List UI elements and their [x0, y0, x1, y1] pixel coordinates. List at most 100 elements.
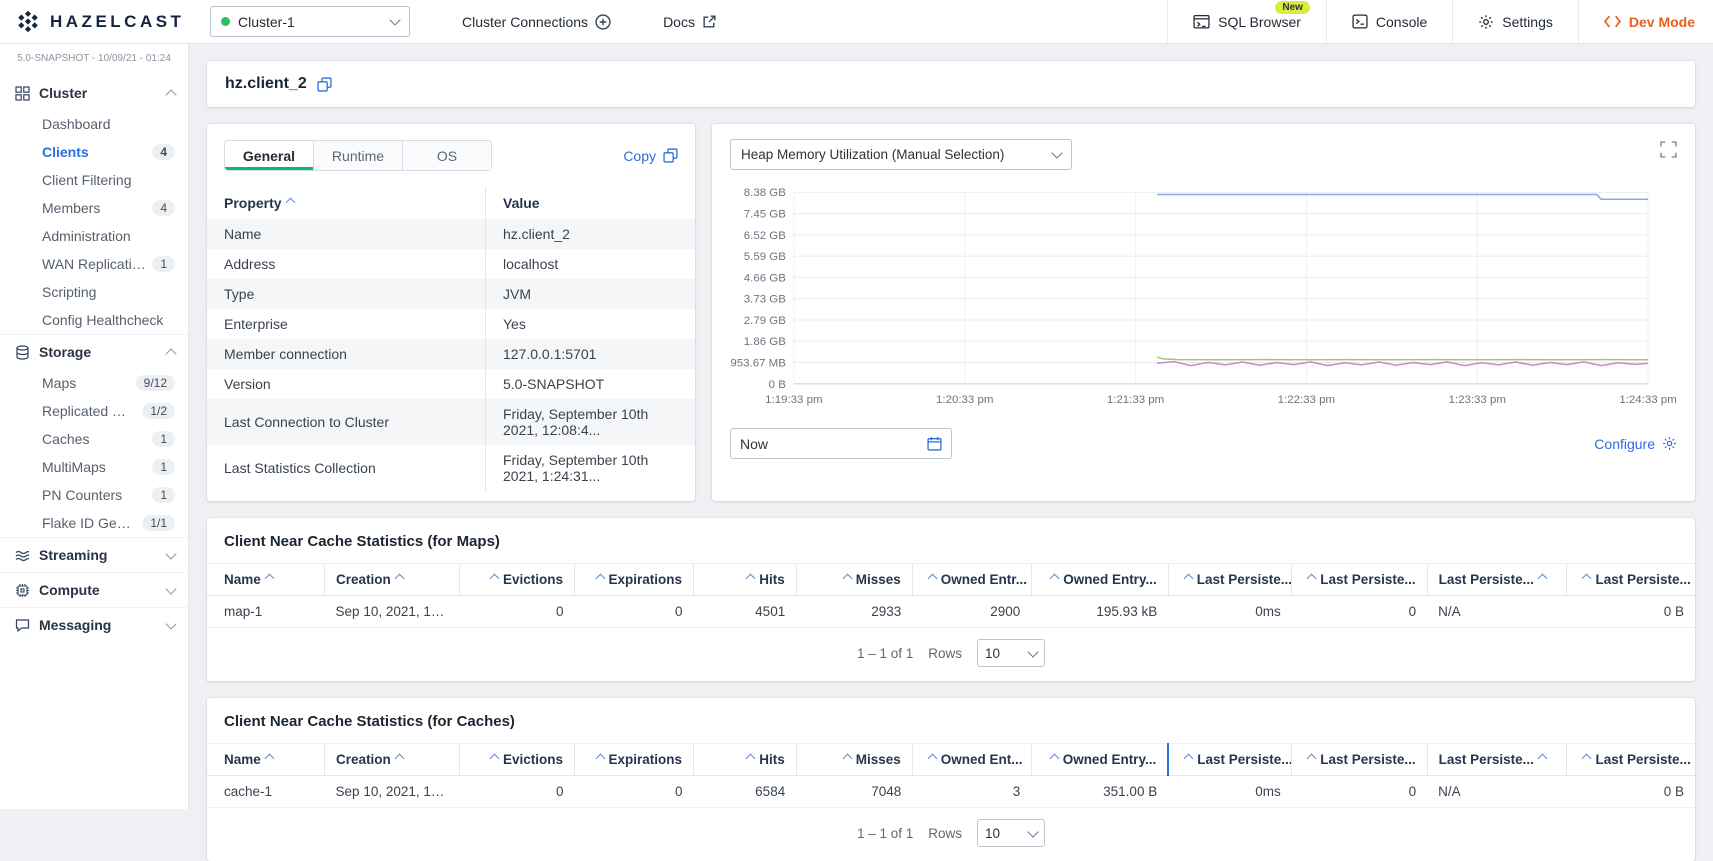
tab-general[interactable]: General [225, 141, 313, 170]
column-header-name[interactable]: Name [207, 564, 325, 596]
column-header-misses[interactable]: Misses [796, 744, 912, 776]
rows-per-page-select[interactable]: 10 [977, 639, 1045, 667]
sidebar-item-scripting[interactable]: Scripting [0, 278, 188, 306]
sidebar-item-label: Scripting [42, 284, 175, 300]
column-header-hits[interactable]: Hits [694, 744, 797, 776]
fullscreen-icon[interactable] [1660, 141, 1677, 158]
sidebar-item-members[interactable]: Members4 [0, 194, 188, 222]
compute-icon [15, 583, 30, 598]
cell: 2900 [912, 596, 1031, 628]
sidebar-section-cluster[interactable]: Cluster [0, 76, 188, 110]
column-header-creation[interactable]: Creation [325, 564, 460, 596]
sidebar-item-flake-id-generators[interactable]: Flake ID Generators1/1 [0, 509, 188, 537]
messaging-icon [15, 618, 30, 633]
cell: N/A [1427, 776, 1567, 808]
cluster-status-dot [221, 17, 230, 26]
sidebar-item-wan-replication[interactable]: WAN Replication1 [0, 250, 188, 278]
chevron-down-icon [1027, 646, 1038, 657]
column-header-expirations[interactable]: Expirations [575, 564, 694, 596]
sort-icon [842, 574, 852, 584]
column-header-evictions[interactable]: Evictions [460, 564, 575, 596]
metric-selector-value: Heap Memory Utilization (Manual Selectio… [741, 147, 1043, 162]
column-header-last-persiste[interactable]: Last Persiste... [1292, 744, 1427, 776]
column-header-name[interactable]: Name [207, 744, 325, 776]
sidebar-item-label: Dashboard [42, 116, 175, 132]
column-header-last-persiste[interactable]: Last Persiste... [1427, 564, 1567, 596]
cluster-connections-link[interactable]: Cluster Connections [462, 14, 611, 30]
column-header-owned-entry[interactable]: Owned Entry... [1031, 744, 1168, 776]
settings-button[interactable]: Settings [1452, 0, 1578, 43]
property-name: Name [207, 219, 486, 249]
column-header-last-persiste[interactable]: Last Persiste... [1168, 564, 1292, 596]
sort-icon [264, 754, 274, 764]
property-table-body: Namehz.client_2AddresslocalhostTypeJVMEn… [207, 219, 695, 491]
property-column-header[interactable]: Property [207, 187, 486, 219]
column-header-owned-entr[interactable]: Owned Entr... [912, 564, 1031, 596]
copy-button[interactable]: Copy [623, 148, 678, 164]
sidebar-item-label: Maps [42, 375, 130, 391]
sort-icon [1050, 574, 1060, 584]
column-header-creation[interactable]: Creation [325, 744, 460, 776]
cell: N/A [1427, 596, 1567, 628]
sort-icon [1537, 754, 1547, 764]
cluster-selector[interactable]: Cluster-1 [210, 6, 410, 37]
sidebar-item-replicated-maps[interactable]: Replicated Maps1/2 [0, 397, 188, 425]
topbar: HAZELCAST Cluster-1 Cluster Connections … [0, 0, 1713, 44]
column-header-hits[interactable]: Hits [694, 564, 797, 596]
column-header-owned-entry[interactable]: Owned Entry... [1031, 564, 1168, 596]
sidebar-item-caches[interactable]: Caches1 [0, 425, 188, 453]
sort-icon [394, 754, 404, 764]
sql-browser-button[interactable]: New SQL Browser [1167, 0, 1326, 43]
sidebar-section-streaming[interactable]: Streaming [0, 537, 188, 572]
svg-text:3.73 GB: 3.73 GB [744, 294, 786, 306]
sidebar-item-multimaps[interactable]: MultiMaps1 [0, 453, 188, 481]
sidebar-item-client-filtering[interactable]: Client Filtering [0, 166, 188, 194]
tab-os[interactable]: OS [402, 141, 491, 170]
metric-selector[interactable]: Heap Memory Utilization (Manual Selectio… [730, 139, 1072, 170]
cell: map-1 [207, 596, 325, 628]
sidebar-item-dashboard[interactable]: Dashboard [0, 110, 188, 138]
sidebar-section-compute[interactable]: Compute [0, 572, 188, 607]
cell: cache-1 [207, 776, 325, 808]
cell: 0 B [1567, 776, 1695, 808]
column-header-evictions[interactable]: Evictions [460, 744, 575, 776]
sidebar-item-maps[interactable]: Maps9/12 [0, 369, 188, 397]
svg-text:8.38 GB: 8.38 GB [744, 187, 786, 199]
property-value: Friday, September 10th 2021, 1:24:31... [486, 445, 696, 491]
sidebar-item-pn-counters[interactable]: PN Counters1 [0, 481, 188, 509]
copy-name-icon[interactable] [317, 77, 332, 92]
docs-label: Docs [663, 14, 695, 30]
column-header-misses[interactable]: Misses [796, 564, 912, 596]
column-header-last-persiste[interactable]: Last Persiste... [1427, 744, 1567, 776]
cell: 6584 [694, 776, 797, 808]
dev-mode-button[interactable]: Dev Mode [1578, 0, 1713, 43]
hazelcast-logo[interactable]: HAZELCAST [15, 9, 210, 34]
sidebar-nav: Cluster Dashboard Clients4Client Filtering… [0, 76, 188, 642]
sidebar-item-label: Caches [42, 431, 146, 447]
console-button[interactable]: Console [1326, 0, 1452, 43]
column-header-last-persiste[interactable]: Last Persiste... [1567, 564, 1695, 596]
app-root: HAZELCAST Cluster-1 Cluster Connections … [0, 0, 1713, 809]
column-header-last-persiste[interactable]: Last Persiste... [1168, 744, 1292, 776]
column-header-owned-ent[interactable]: Owned Ent... [912, 744, 1031, 776]
sidebar-item-administration[interactable]: Administration [0, 222, 188, 250]
column-header-expirations[interactable]: Expirations [575, 744, 694, 776]
sidebar-item-config-healthcheck[interactable]: Config Healthcheck [0, 306, 188, 334]
rows-per-page-select[interactable]: 10 [977, 819, 1045, 847]
sidebar-item-label: Replicated Maps [42, 403, 136, 419]
cell: 7048 [796, 776, 912, 808]
tab-runtime[interactable]: Runtime [313, 141, 402, 170]
sidebar-item-clients[interactable]: Clients4 [0, 138, 188, 166]
column-header-last-persiste[interactable]: Last Persiste... [1567, 744, 1695, 776]
page-range: 1 – 1 of 1 [857, 826, 913, 841]
configure-link[interactable]: Configure [1594, 436, 1677, 452]
sidebar-section-storage[interactable]: Storage [0, 334, 188, 369]
column-header-last-persiste[interactable]: Last Persiste... [1292, 564, 1427, 596]
cell: Sep 10, 2021, 12:08:46 [325, 776, 460, 808]
copy-label: Copy [623, 148, 656, 164]
chevron-up-icon [165, 89, 176, 100]
docs-link[interactable]: Docs [663, 14, 717, 30]
sidebar-section-messaging[interactable]: Messaging [0, 607, 188, 642]
time-range-input[interactable]: Now [730, 428, 952, 459]
count-badge: 1 [152, 459, 175, 475]
